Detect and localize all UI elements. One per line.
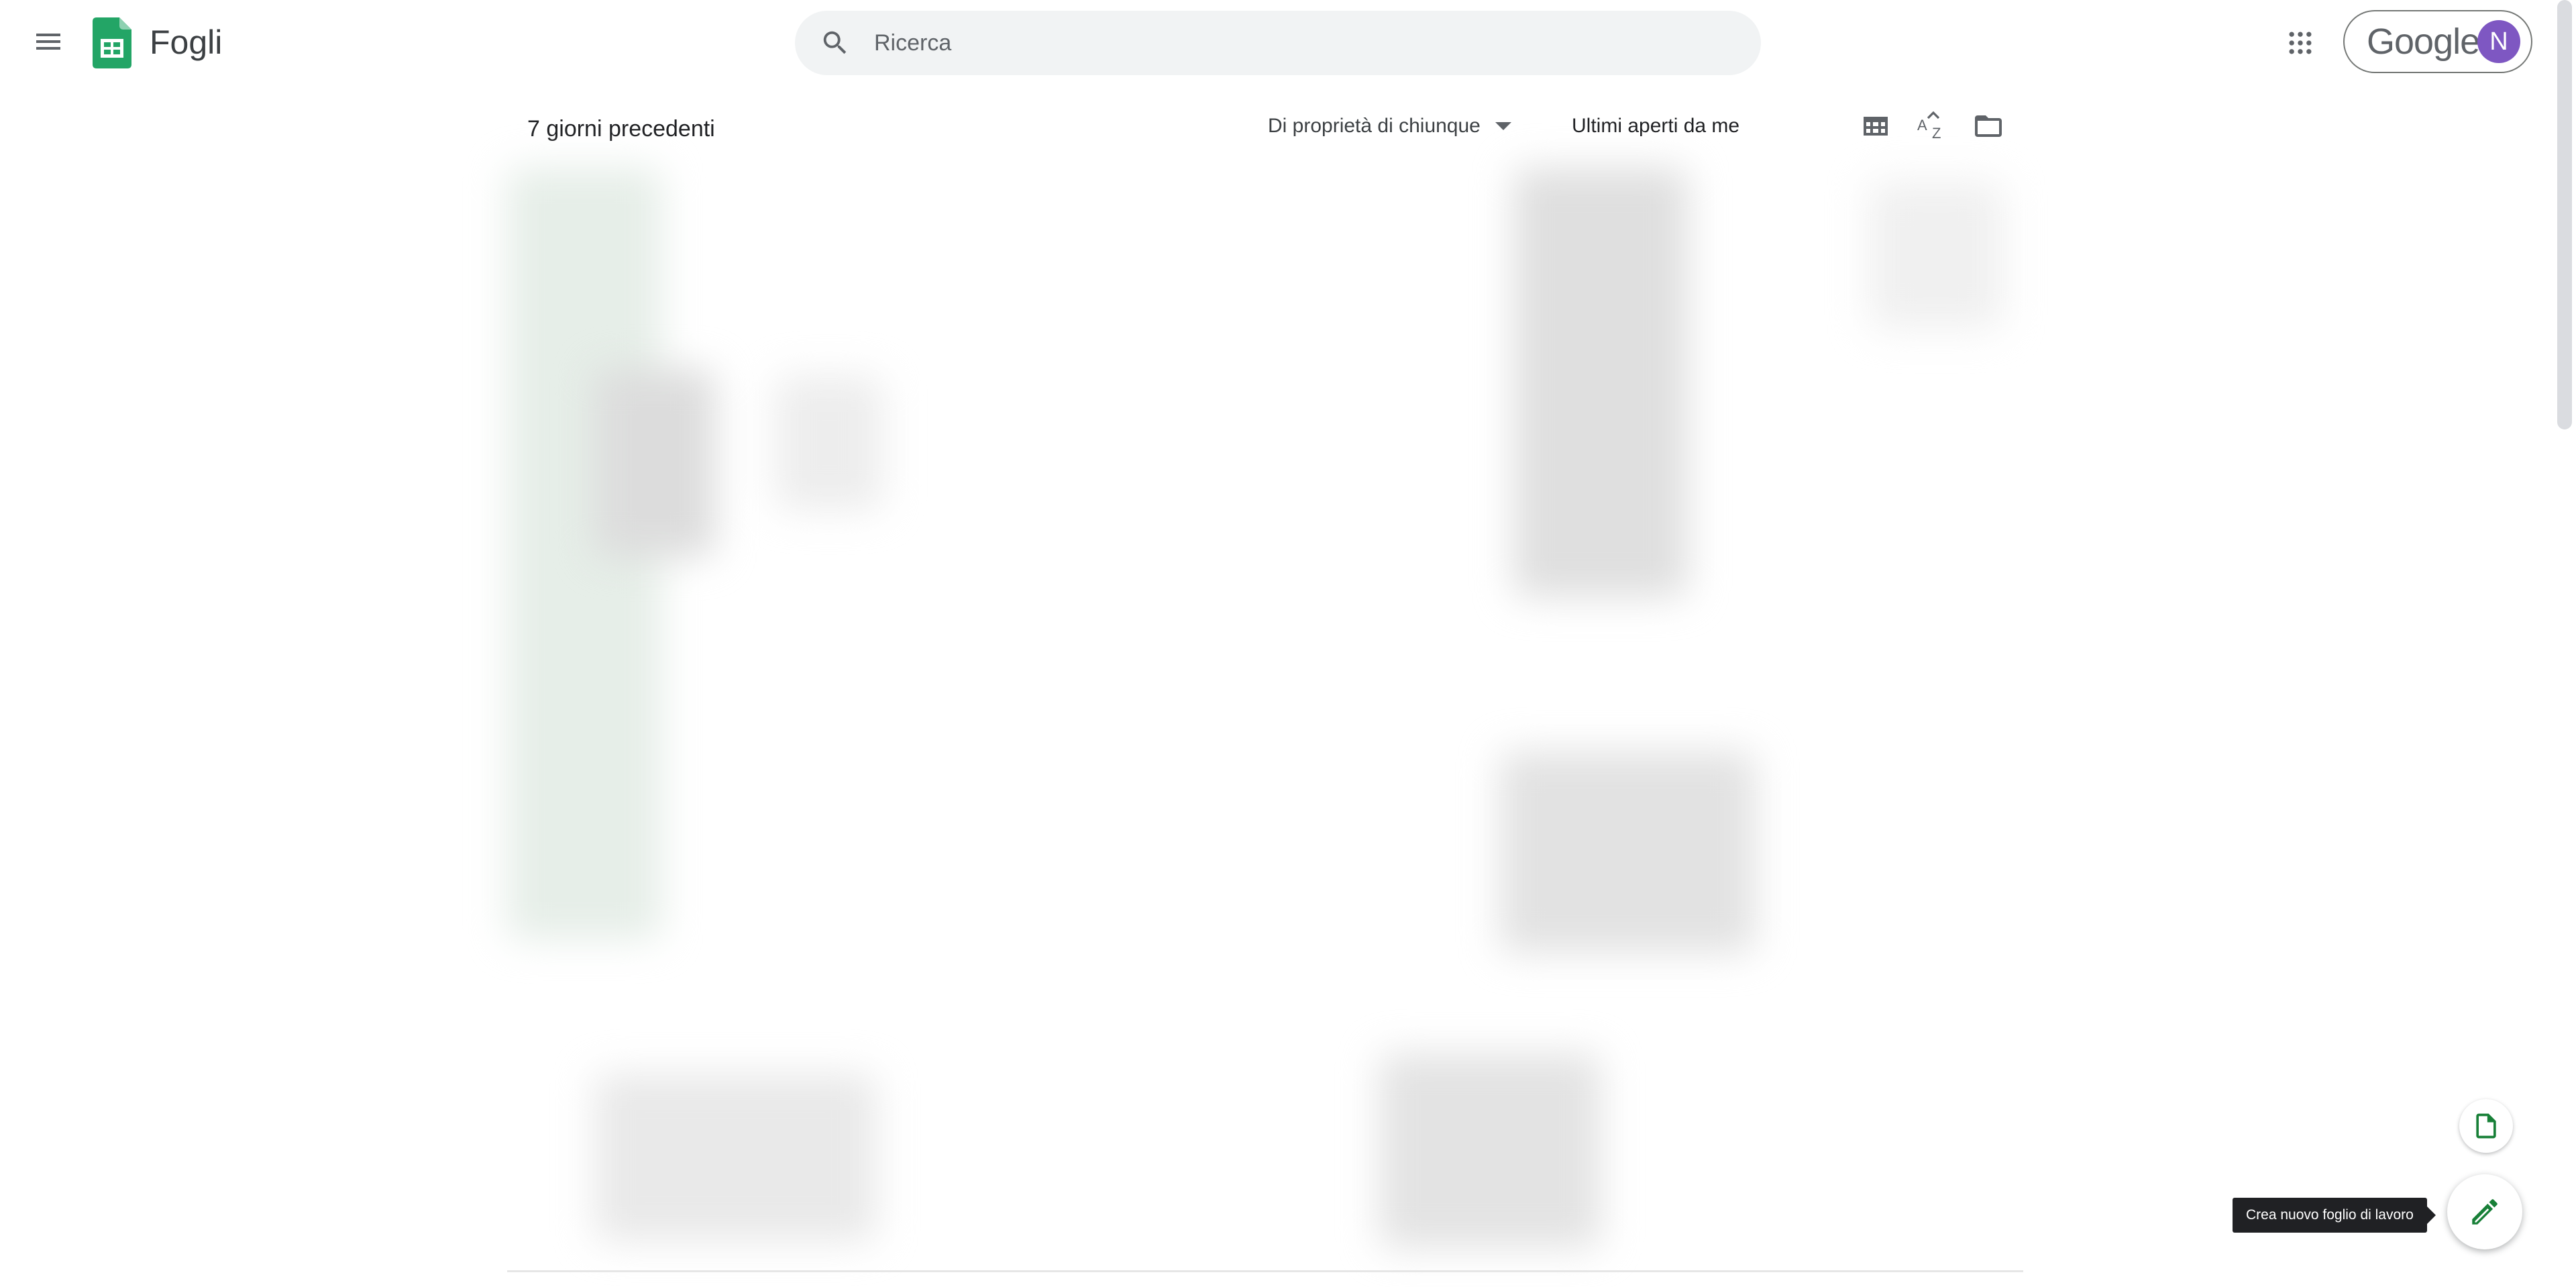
- create-new-sheet-button[interactable]: [2447, 1174, 2522, 1249]
- search-bar[interactable]: [795, 11, 1761, 75]
- google-apps-button[interactable]: [2271, 14, 2329, 72]
- create-tooltip: Crea nuovo foglio di lavoro: [2233, 1198, 2436, 1233]
- file-thumbnail[interactable]: [1500, 752, 1755, 953]
- svg-text:Z: Z: [1932, 125, 1941, 142]
- pencil-icon: [2472, 1199, 2498, 1225]
- google-brand-label: Google: [2367, 21, 2480, 62]
- grid-view-icon: [1864, 117, 1888, 136]
- file-grid: [507, 168, 2023, 1272]
- file-thumbnail[interactable]: [1379, 1053, 1601, 1248]
- svg-text:A: A: [1917, 117, 1927, 134]
- app-title[interactable]: Fogli: [150, 20, 222, 64]
- owner-filter-dropdown[interactable]: Di proprietà di chiunque: [1268, 107, 1511, 145]
- search-icon: [823, 31, 847, 54]
- sheets-logo-icon[interactable]: [93, 17, 131, 68]
- owner-filter-label: Di proprietà di chiunque: [1268, 115, 1481, 137]
- file-thumbnail[interactable]: [594, 1074, 876, 1241]
- file-thumbnail[interactable]: [594, 369, 715, 557]
- new-file-icon: [2476, 1113, 2496, 1139]
- file-thumbnail[interactable]: [775, 376, 883, 510]
- sort-az-icon: A Z: [1917, 111, 1941, 142]
- page-scrollbar[interactable]: [2557, 0, 2572, 429]
- grid-divider: [507, 1270, 2023, 1272]
- menu-icon: [36, 34, 60, 50]
- apps-grid-icon: [2289, 32, 2312, 54]
- new-from-template-button[interactable]: [2459, 1099, 2513, 1153]
- main-menu-button[interactable]: [20, 13, 76, 70]
- search-input[interactable]: [873, 15, 1761, 70]
- file-thumbnail[interactable]: [1513, 168, 1688, 597]
- file-picker-button[interactable]: [1964, 102, 2012, 150]
- section-title: 7 giorni precedenti: [527, 116, 715, 142]
- caret-down-icon: [1495, 122, 1511, 130]
- app-header: Fogli Google N: [0, 0, 2576, 87]
- account-button[interactable]: Google N: [2343, 10, 2532, 73]
- grid-view-button[interactable]: [1851, 102, 1900, 150]
- search-button[interactable]: [803, 11, 867, 75]
- file-thumbnail[interactable]: [1869, 181, 2003, 329]
- avatar[interactable]: N: [2477, 20, 2520, 63]
- sort-menu-button[interactable]: Ultimi aperti da me: [1572, 107, 1739, 145]
- folder-icon: [1975, 115, 2002, 137]
- sort-options-button[interactable]: A Z: [1908, 102, 1956, 150]
